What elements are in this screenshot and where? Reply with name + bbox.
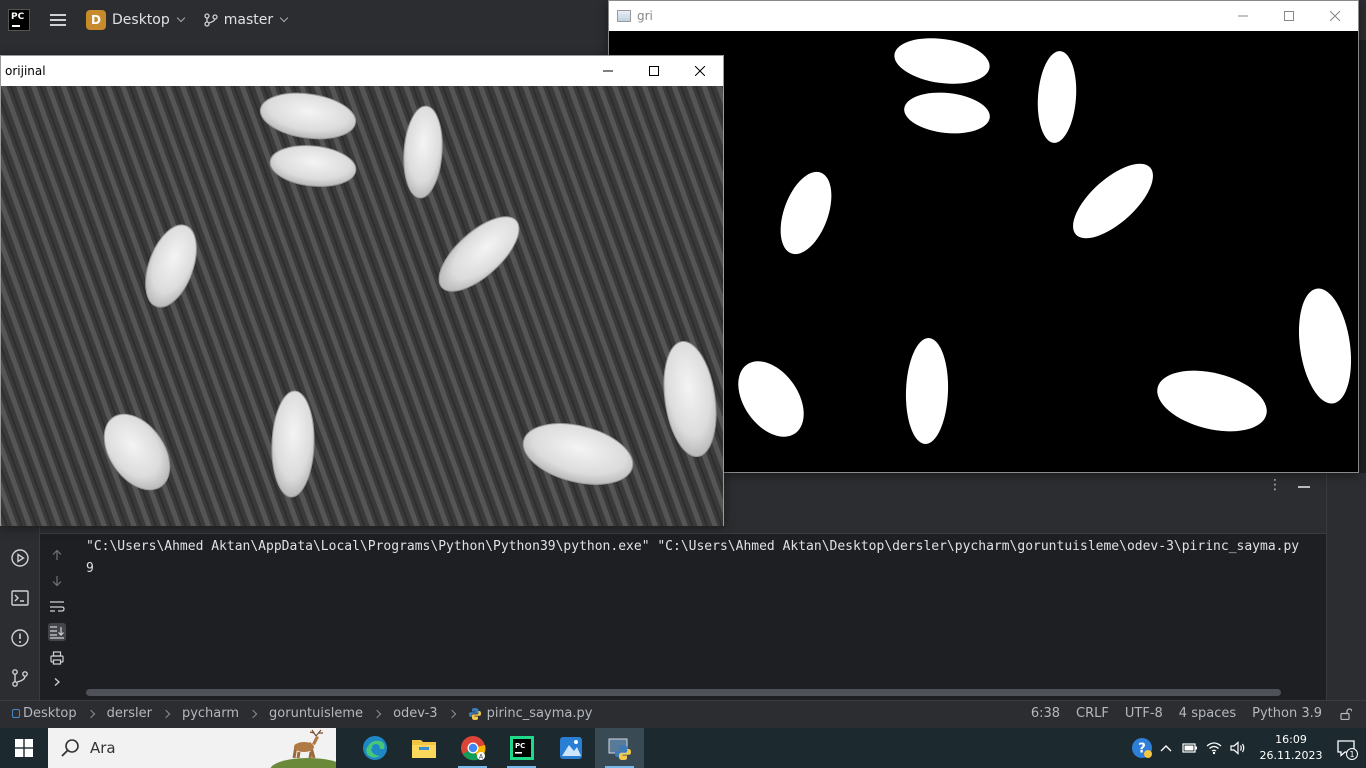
taskbar-search-input[interactable]: Ara xyxy=(48,728,336,768)
breadcrumb-item[interactable]: goruntuisleme xyxy=(269,706,363,721)
windows-start-icon[interactable] xyxy=(0,728,48,768)
problems-icon[interactable] xyxy=(9,627,31,649)
version-control-icon[interactable] xyxy=(9,667,31,689)
close-button[interactable] xyxy=(1312,1,1358,31)
help-icon[interactable]: ? xyxy=(1130,728,1154,768)
chrome-icon[interactable]: A xyxy=(448,728,497,768)
console-output: 9 xyxy=(86,561,94,576)
minimize-button[interactable] xyxy=(585,56,631,86)
console-command-line: "C:\Users\Ahmed Aktan\AppData\Local\Prog… xyxy=(86,539,1300,554)
close-button[interactable] xyxy=(677,56,723,86)
window-title: gri xyxy=(637,9,653,23)
more-options-icon[interactable]: ⋮ xyxy=(1268,478,1282,492)
system-tray: ? 16:09 26.11.2023 1 xyxy=(1130,728,1366,768)
svg-text:PC: PC xyxy=(515,742,525,750)
arrow-down-icon[interactable] xyxy=(48,572,66,590)
chevron-right-icon xyxy=(372,709,382,718)
chevron-up-icon[interactable] xyxy=(1154,728,1178,768)
search-placeholder: Ara xyxy=(90,739,116,757)
window-app-icon xyxy=(617,10,631,22)
maximize-button[interactable] xyxy=(1266,1,1312,31)
notification-count: 1 xyxy=(1346,748,1358,760)
pycharm-icon[interactable]: PC xyxy=(497,728,546,768)
breadcrumb-item[interactable]: pycharm xyxy=(182,706,239,721)
chevron-right-icon xyxy=(161,709,171,718)
battery-icon[interactable] xyxy=(1178,728,1202,768)
clock-time: 16:09 xyxy=(1275,733,1307,746)
run-icon[interactable] xyxy=(9,547,31,569)
line-separator[interactable]: CRLF xyxy=(1076,706,1109,721)
console-gutter xyxy=(40,534,76,700)
chevron-right-icon xyxy=(447,709,456,718)
indent-setting[interactable]: 4 spaces xyxy=(1179,706,1236,721)
breadcrumb-item[interactable]: Desktop xyxy=(23,706,77,721)
edge-icon[interactable] xyxy=(350,728,399,768)
print-icon[interactable] xyxy=(48,649,66,667)
horizontal-scrollbar[interactable] xyxy=(86,689,1281,696)
chevron-right-icon[interactable] xyxy=(48,673,66,691)
file-encoding[interactable]: UTF-8 xyxy=(1125,706,1163,721)
project-name[interactable]: Desktop xyxy=(112,12,170,28)
window-title: orijinal xyxy=(5,64,46,78)
wifi-icon[interactable] xyxy=(1202,728,1226,768)
python-icon[interactable] xyxy=(595,728,644,768)
gri-title-bar[interactable]: gri xyxy=(609,1,1358,31)
terminal-icon[interactable] xyxy=(9,587,31,609)
right-tool-strip xyxy=(1326,473,1366,700)
pycharm-logo-icon: PC xyxy=(8,9,30,31)
chevron-right-icon xyxy=(86,709,95,718)
breadcrumb: Desktop dersler pycharm goruntuisleme od… xyxy=(12,706,592,721)
photos-icon[interactable] xyxy=(546,728,595,768)
editor-tabs-strip xyxy=(0,40,610,56)
main-menu-icon[interactable] xyxy=(50,14,66,26)
breadcrumb-item[interactable]: pirinc_sayma.py xyxy=(487,706,593,721)
taskbar-clock[interactable]: 16:09 26.11.2023 xyxy=(1256,732,1326,764)
chevron-down-icon[interactable] xyxy=(279,13,289,23)
left-tool-strip xyxy=(0,526,40,700)
python-file-icon xyxy=(468,707,481,720)
orijinal-title-bar[interactable]: orijinal xyxy=(1,56,723,86)
branch-name[interactable]: master xyxy=(224,12,273,28)
module-icon xyxy=(12,709,20,718)
run-tool-header: ⋮ xyxy=(724,473,1326,500)
windows-taskbar: Ara A PC ? 16:09 26.11.2023 1 xyxy=(0,728,1366,768)
clock-date: 26.11.2023 xyxy=(1259,749,1323,762)
chevron-down-icon[interactable] xyxy=(176,13,185,23)
maximize-button[interactable] xyxy=(631,56,677,86)
git-branch-icon[interactable] xyxy=(204,13,218,27)
python-interpreter[interactable]: Python 3.9 xyxy=(1252,706,1322,721)
grayscale-rice-photo xyxy=(1,86,723,526)
status-bar: Desktop dersler pycharm goruntuisleme od… xyxy=(0,700,1366,728)
caret-position[interactable]: 6:38 xyxy=(1031,706,1060,721)
run-console[interactable]: "C:\Users\Ahmed Aktan\AppData\Local\Prog… xyxy=(40,534,1326,700)
breadcrumb-item[interactable]: odev-3 xyxy=(393,706,438,721)
search-icon xyxy=(61,739,79,757)
minimize-panel-icon[interactable] xyxy=(1298,486,1310,488)
project-badge[interactable]: D xyxy=(86,10,106,30)
file-explorer-icon[interactable] xyxy=(399,728,448,768)
minimize-button[interactable] xyxy=(1220,1,1266,31)
search-highlight-deer-icon xyxy=(270,729,336,768)
chevron-right-icon xyxy=(248,709,258,718)
breadcrumb-item[interactable]: dersler xyxy=(107,706,152,721)
notification-center-icon[interactable]: 1 xyxy=(1326,728,1366,768)
orijinal-window[interactable]: orijinal xyxy=(0,55,724,526)
soft-wrap-icon[interactable] xyxy=(48,598,66,616)
unlock-icon[interactable] xyxy=(1340,707,1352,720)
arrow-up-icon[interactable] xyxy=(48,546,66,564)
scroll-to-end-icon[interactable] xyxy=(48,623,66,641)
volume-icon[interactable] xyxy=(1226,728,1250,768)
